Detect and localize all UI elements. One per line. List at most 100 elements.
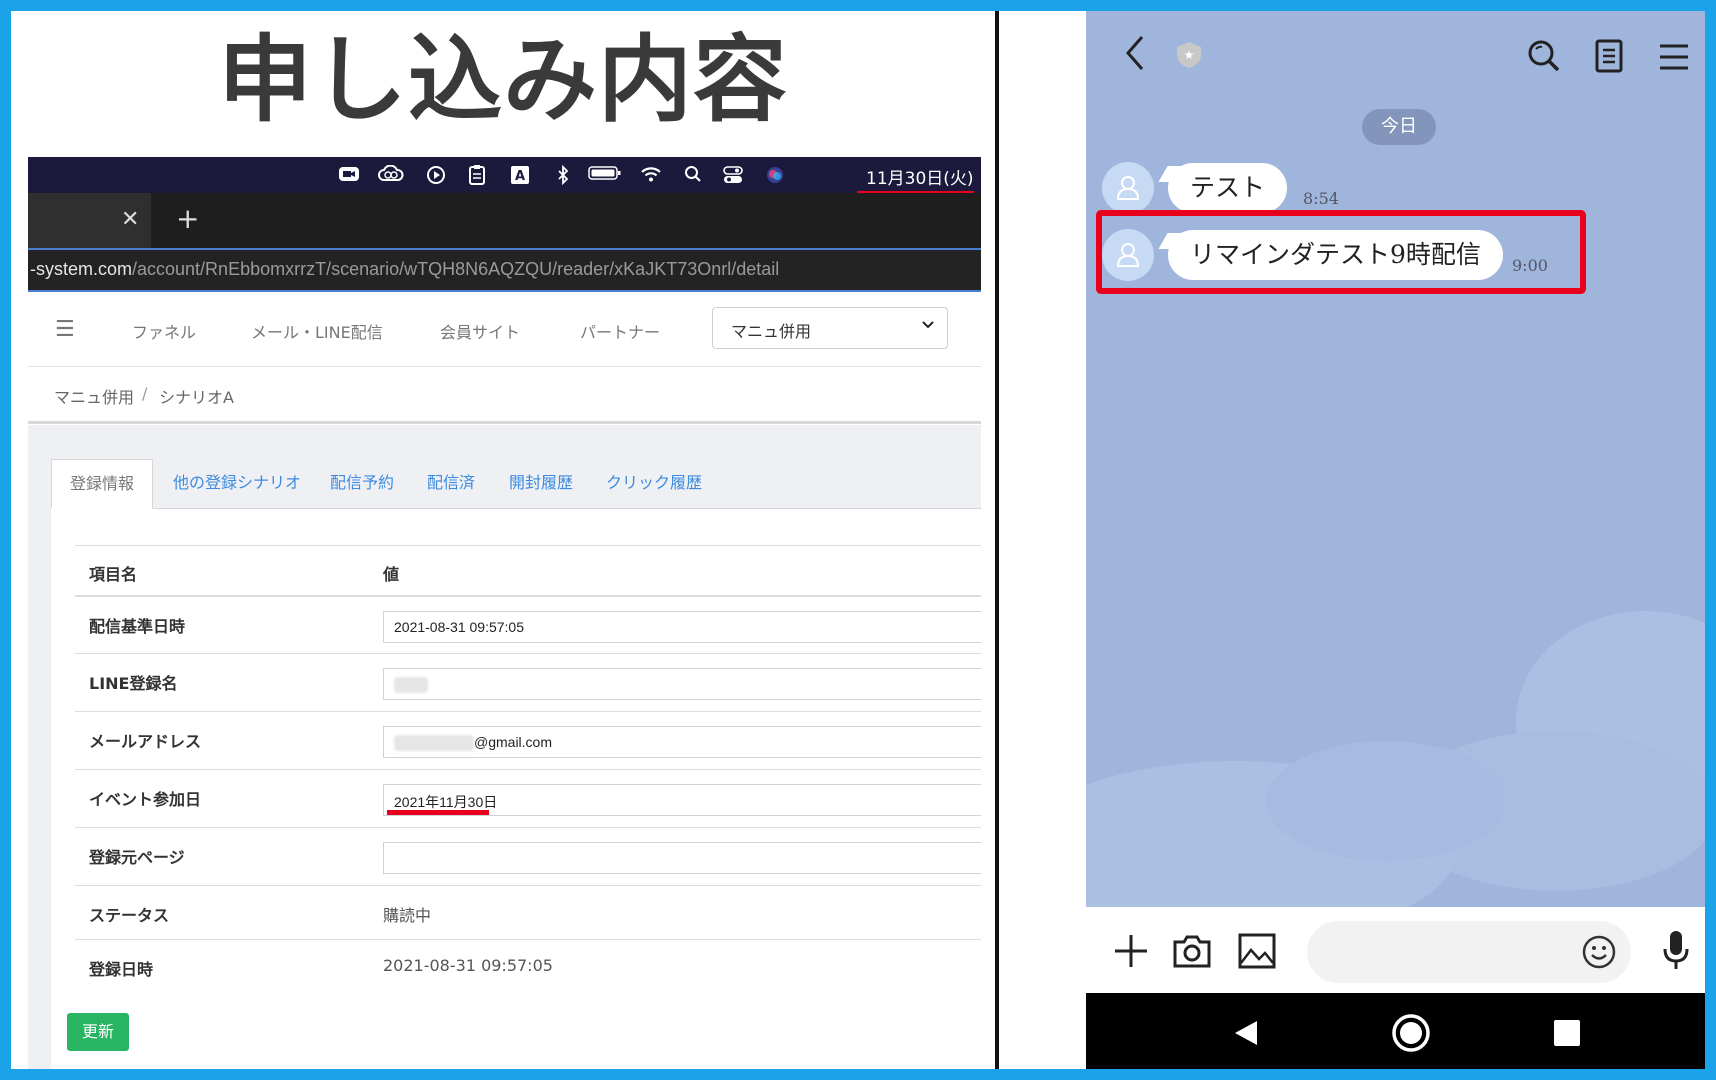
admin-panel: 申し込み内容 A 11月30日(火) ✕ + -system.com/accou…: [11, 11, 995, 1069]
table-row: 登録元ページ: [75, 827, 981, 885]
play-icon[interactable]: [425, 165, 447, 185]
screenshot-frame: 申し込み内容 A 11月30日(火) ✕ + -system.com/accou…: [11, 11, 1705, 1069]
tab-registration-info[interactable]: 登録情報: [51, 459, 154, 509]
field-label: 配信基準日時: [89, 617, 186, 636]
account-select[interactable]: マニュ併用: [712, 307, 948, 349]
email-input[interactable]: @gmail.com: [383, 726, 981, 758]
compose-bar: [1086, 907, 1705, 993]
table-row: イベント参加日 2021年11月30日: [75, 769, 981, 827]
browser-tab[interactable]: ✕: [28, 193, 151, 248]
chat-message-bubble[interactable]: テスト: [1168, 163, 1288, 213]
message-input[interactable]: [1307, 921, 1631, 983]
field-label: メールアドレス: [89, 732, 202, 751]
table-row: 登録日時 2021-08-31 09:57:05: [75, 939, 981, 993]
message-highlight-box: [1096, 210, 1586, 294]
url-path: /account/RnEbbomxrrzT/scenario/wTQH8N6AQ…: [132, 259, 780, 279]
registered-datetime-value: 2021-08-31 09:57:05: [383, 956, 553, 975]
avatar[interactable]: [1102, 162, 1154, 214]
search-icon[interactable]: [1527, 39, 1561, 77]
image-icon[interactable]: [1238, 933, 1276, 973]
clipboard-icon[interactable]: [466, 165, 488, 185]
recents-icon[interactable]: [1553, 1019, 1581, 1051]
column-header-value: 値: [383, 565, 400, 584]
redacted-email-user: [394, 735, 474, 752]
input-source-icon[interactable]: A: [509, 165, 531, 185]
wifi-icon[interactable]: [640, 165, 662, 185]
field-label: 登録元ページ: [89, 848, 185, 867]
home-icon[interactable]: [1391, 1013, 1431, 1057]
field-label: イベント参加日: [89, 790, 202, 809]
official-badge-icon: ★: [1176, 41, 1202, 73]
account-select-value: マニュ併用: [731, 322, 812, 341]
tab-scheduled[interactable]: 配信予約: [330, 459, 394, 509]
camera-icon[interactable]: [1172, 933, 1212, 973]
back-icon[interactable]: [1122, 33, 1146, 77]
spotlight-icon[interactable]: [682, 165, 704, 185]
column-header-name: 項目名: [89, 565, 138, 584]
date-chip: 今日: [1362, 109, 1436, 145]
email-domain: @gmail.com: [474, 734, 553, 750]
mac-menubar: A 11月30日(火): [28, 157, 981, 193]
line-chat-panel: ★ 今日 テスト 8:54 リマインダテスト9時配信 9:00: [1086, 11, 1705, 1069]
line-name-input[interactable]: [383, 668, 981, 700]
breadcrumb: マニュ併用 / シナリオA: [28, 368, 981, 424]
tab-other-scenarios[interactable]: 他の登録シナリオ: [173, 459, 301, 509]
message-time: 8:54: [1303, 189, 1339, 208]
field-label: ステータス: [89, 906, 170, 925]
plus-icon[interactable]: [1113, 933, 1149, 973]
microphone-icon[interactable]: [1661, 929, 1691, 975]
address-bar[interactable]: -system.com/account/RnEbbomxrrzT/scenari…: [28, 248, 981, 292]
chevron-down-icon: [921, 316, 935, 335]
bluetooth-icon[interactable]: [552, 164, 574, 186]
battery-icon[interactable]: [588, 165, 622, 185]
panel-divider: [995, 11, 999, 1069]
main-content: 登録情報 他の登録シナリオ 配信予約 配信済 開封履歴 クリック履歴 項目名 値…: [28, 425, 981, 1069]
siri-icon[interactable]: [764, 165, 786, 185]
creative-cloud-icon[interactable]: [378, 164, 404, 185]
reader-detail-card: 登録情報 他の登録シナリオ 配信予約 配信済 開封履歴 クリック履歴 項目名 値…: [51, 459, 981, 1069]
menu-icon[interactable]: [1659, 43, 1689, 75]
nav-funnel[interactable]: ファネル: [132, 319, 196, 343]
table-header-row: 項目名 値: [75, 545, 981, 595]
nav-mail-line[interactable]: メール・LINE配信: [251, 319, 383, 343]
table-row: ステータス 購読中: [75, 885, 981, 939]
source-page-input[interactable]: [383, 842, 981, 874]
redacted-line-name: [394, 677, 428, 694]
hamburger-menu-icon[interactable]: ☰: [55, 317, 75, 342]
tab-click-history[interactable]: クリック履歴: [606, 459, 702, 509]
back-triangle-icon[interactable]: [1233, 1019, 1259, 1051]
zoom-icon[interactable]: [338, 165, 360, 185]
url-domain: -system.com: [30, 259, 133, 279]
field-label: 登録日時: [89, 960, 154, 979]
notes-icon[interactable]: [1595, 39, 1623, 77]
new-tab-icon[interactable]: +: [176, 202, 199, 235]
url-text: -system.com/account/RnEbbomxrrzT/scenari…: [30, 259, 779, 280]
breadcrumb-account[interactable]: マニュ併用: [54, 384, 134, 408]
control-center-icon[interactable]: [722, 165, 744, 185]
svg-text:A: A: [515, 169, 525, 184]
svg-text:★: ★: [1184, 48, 1195, 62]
menubar-date[interactable]: 11月30日(火): [866, 164, 974, 189]
nav-partner[interactable]: パートナー: [580, 319, 660, 343]
close-tab-icon[interactable]: ✕: [121, 207, 139, 232]
nav-member-site[interactable]: 会員サイト: [440, 319, 520, 343]
table-row: メールアドレス @gmail.com: [75, 711, 981, 769]
browser-tab-strip: ✕ +: [28, 193, 981, 248]
status-value: 購読中: [383, 906, 432, 925]
tab-open-history[interactable]: 開封履歴: [509, 459, 573, 509]
delivery-base-datetime-input[interactable]: 2021-08-31 09:57:05: [383, 611, 981, 643]
android-nav-bar: [1086, 993, 1705, 1069]
tab-delivered[interactable]: 配信済: [427, 459, 475, 509]
field-label: LINE登録名: [89, 674, 178, 693]
table-row: LINE登録名: [75, 653, 981, 711]
detail-tabs: 登録情報 他の登録シナリオ 配信予約 配信済 開封履歴 クリック履歴: [51, 459, 981, 509]
update-button[interactable]: 更新: [67, 1013, 129, 1051]
event-date-highlight-underline: [387, 810, 489, 815]
page-title: 申し込み内容: [217, 26, 788, 135]
emoji-icon[interactable]: [1582, 935, 1616, 973]
app-navbar: ☰ ファネル メール・LINE配信 会員サイト パートナー マニュ併用: [28, 293, 981, 367]
breadcrumb-scenario[interactable]: シナリオA: [159, 384, 234, 408]
cloud-background: [1086, 611, 1705, 911]
table-row: 配信基準日時 2021-08-31 09:57:05: [75, 595, 981, 653]
breadcrumb-separator: /: [142, 384, 148, 403]
